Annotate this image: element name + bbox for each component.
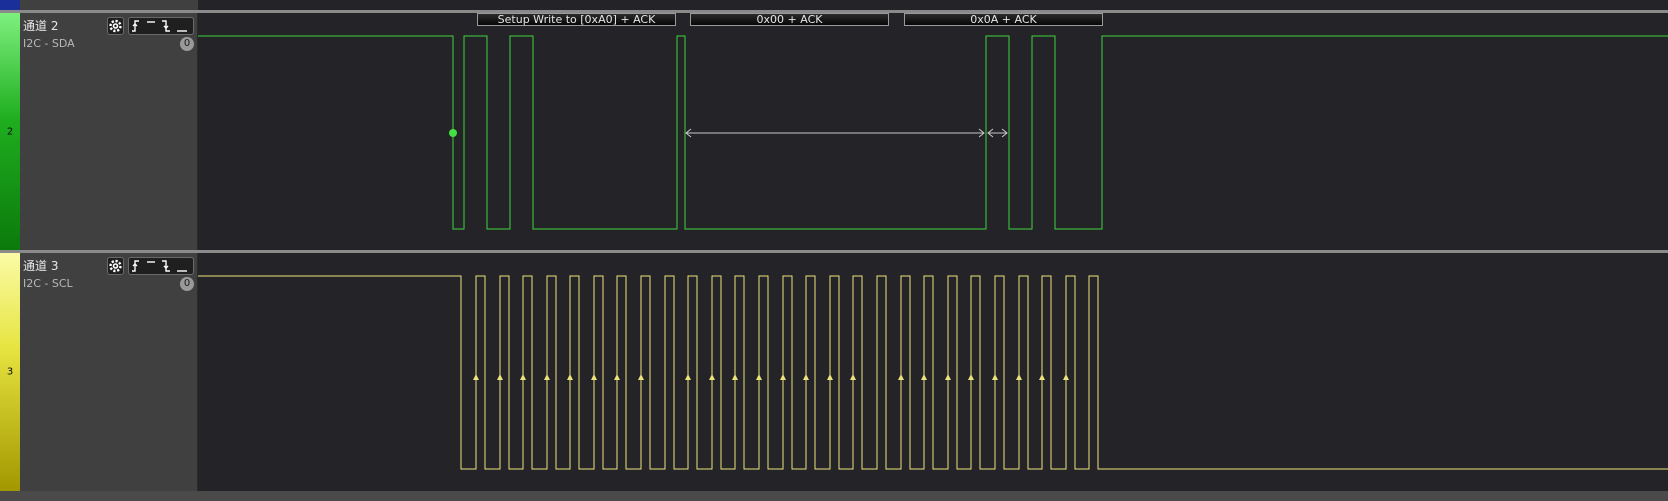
channel-row-sda: 2 通道 2 I2C - SDA 0 Setup Write to [0xA0]… (0, 13, 1668, 250)
falling-edge-icon (162, 20, 170, 32)
channel-row-scl: 3 通道 3 I2C - SCL 0 (0, 253, 1668, 491)
channel-badge: 0 (180, 37, 194, 51)
rising-edge-icon (132, 260, 139, 272)
decoded-annotation[interactable]: 0x0A + ACK (904, 13, 1103, 26)
sda-waveform[interactable] (198, 13, 1668, 250)
scl-signal-trace (198, 275, 1668, 470)
channel-name[interactable]: 通道 2 (23, 17, 58, 34)
decoded-annotation[interactable]: 0x00 + ACK (690, 13, 889, 26)
scl-waveform[interactable] (198, 253, 1668, 491)
timing-measurement (685, 128, 1008, 138)
trigger-options[interactable] (128, 17, 194, 35)
gear-icon (109, 259, 122, 273)
gear-icon (109, 19, 122, 33)
trigger-options[interactable] (128, 257, 194, 275)
channel-settings-button[interactable] (107, 17, 124, 35)
channel-badge: 0 (180, 277, 194, 291)
horizontal-scrollbar-track[interactable] (0, 491, 1668, 501)
channel-index: 3 (6, 366, 14, 378)
start-condition-marker (449, 129, 457, 137)
decoded-annotation[interactable]: Setup Write to [0xA0] + ACK (477, 13, 676, 26)
channel-1-color-bar (0, 0, 20, 10)
rising-edge-icon (132, 20, 139, 32)
trigger-edge-icons (132, 20, 187, 32)
channel-index: 2 (6, 126, 14, 137)
channel-panel[interactable]: 通道 3 I2C - SCL 0 (20, 253, 198, 491)
channel-protocol-label: I2C - SCL (23, 277, 73, 290)
channel-name[interactable]: 通道 3 (23, 257, 58, 274)
channel-1-panel-stub (20, 0, 198, 10)
channel-color-bar[interactable]: 2 (0, 13, 20, 250)
trigger-edge-icons (132, 260, 187, 272)
channel-protocol-label: I2C - SDA (23, 37, 75, 50)
channel-settings-button[interactable] (107, 257, 124, 275)
top-strip (0, 0, 1668, 10)
channel-color-bar[interactable]: 3 (0, 253, 20, 491)
falling-edge-icon (162, 260, 170, 272)
channel-panel[interactable]: 通道 2 I2C - SDA 0 (20, 13, 198, 250)
